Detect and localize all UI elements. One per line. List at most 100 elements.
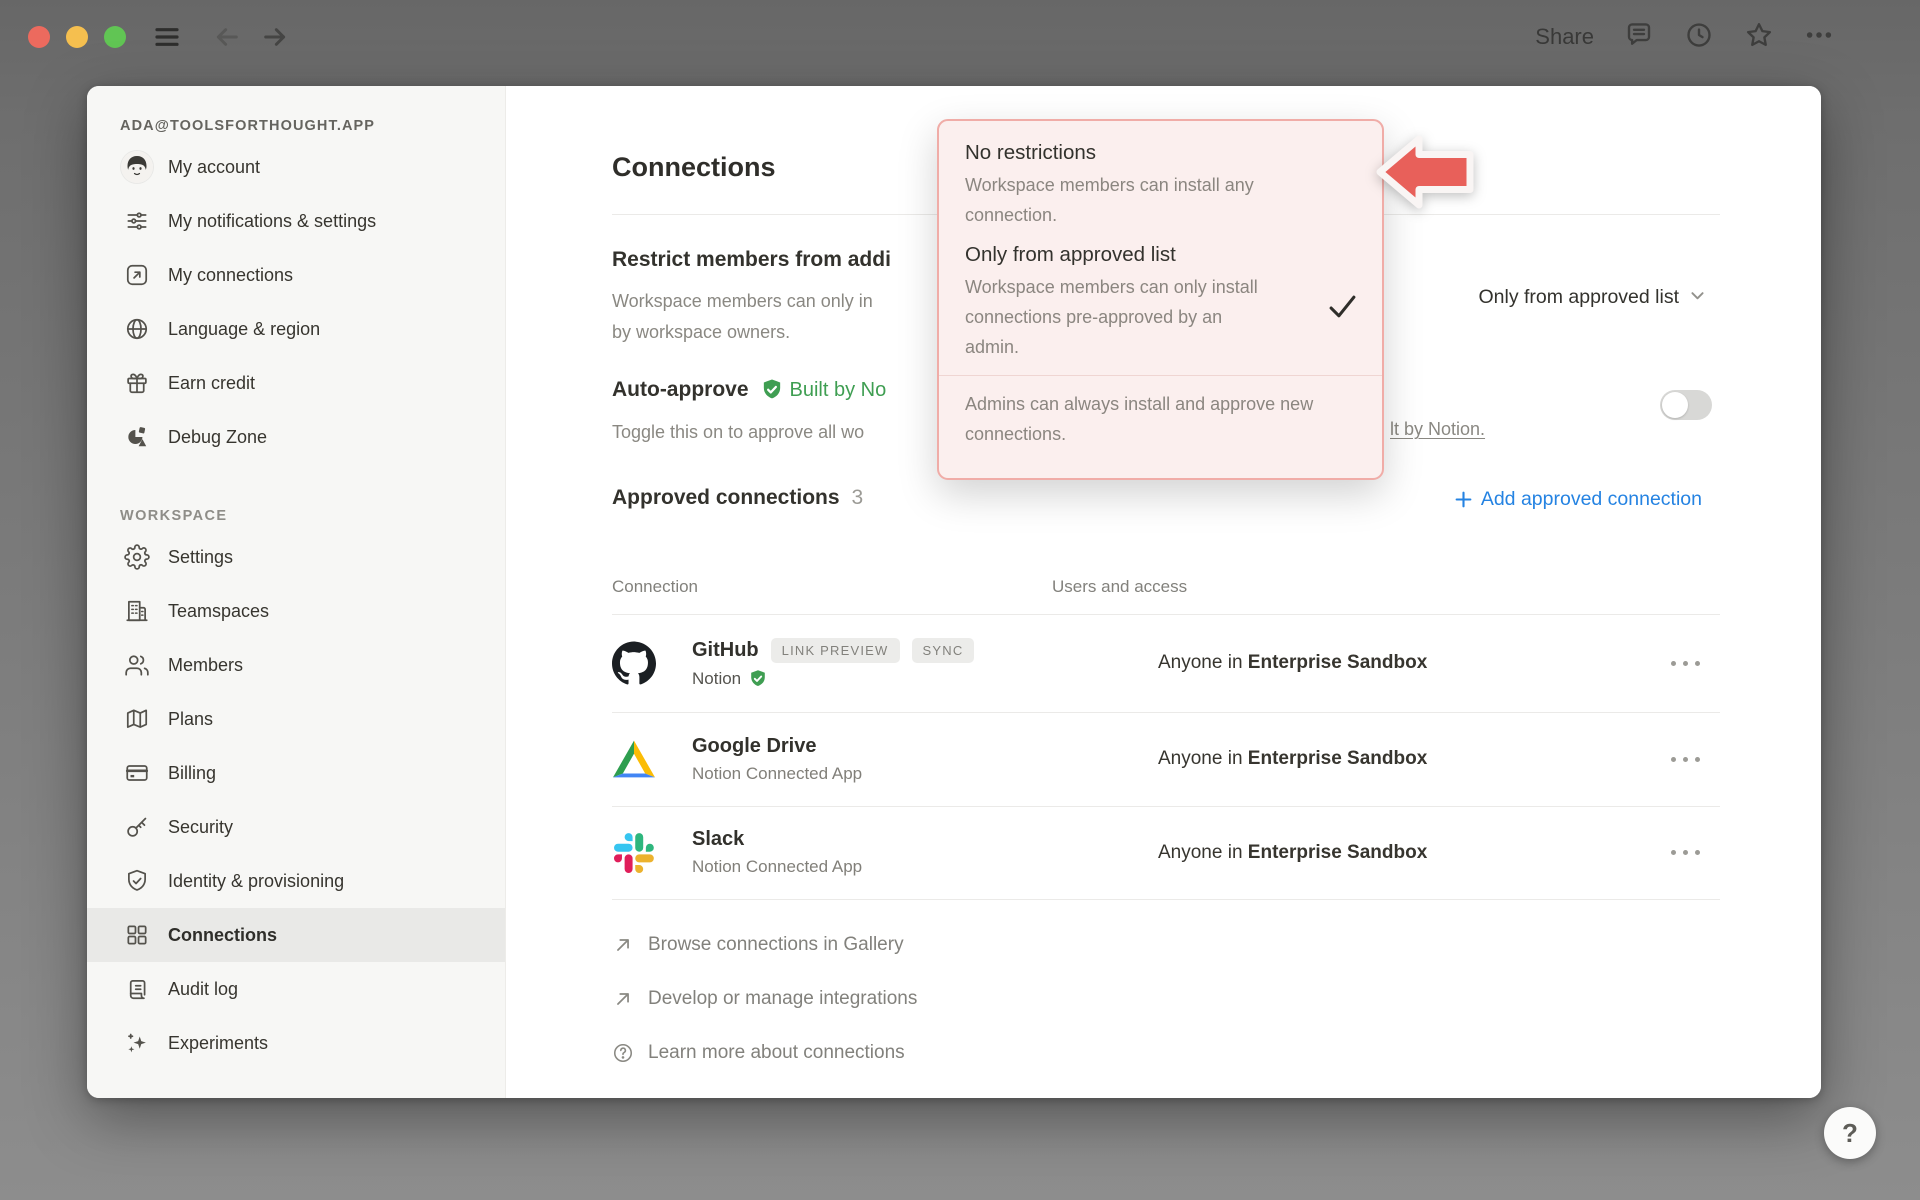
forward-arrow-icon[interactable] — [251, 13, 299, 61]
minimize-window-button[interactable] — [66, 26, 88, 48]
sync-badge: SYNC — [912, 638, 975, 663]
google-drive-logo-icon — [612, 737, 656, 781]
verified-shield-icon — [748, 669, 768, 689]
debug-shapes-icon — [120, 420, 154, 454]
divider — [612, 899, 1720, 900]
connection-name: Slack — [692, 828, 744, 851]
key-icon — [120, 810, 154, 844]
page-title: Connections — [612, 152, 776, 183]
red-annotation-arrow-icon — [1375, 130, 1475, 214]
sidebar-item-settings[interactable]: Settings — [87, 530, 505, 584]
history-clock-icon[interactable] — [1684, 20, 1714, 55]
connection-access: Anyone in Enterprise Sandbox — [1158, 842, 1427, 864]
row-menu-icon[interactable] — [1671, 850, 1700, 855]
connection-subtitle: Notion Connected App — [692, 857, 862, 877]
footer-links: Browse connections in Gallery Develop or… — [612, 918, 917, 1080]
scroll-icon — [120, 972, 154, 1006]
learn-more-link[interactable]: Learn more about connections — [612, 1026, 917, 1080]
restriction-dropdown-popup: No restrictions Workspace members can in… — [937, 119, 1384, 480]
settings-window: ADA@TOOLSFORTHOUGHT.APP My account My no… — [87, 86, 1821, 1098]
sidebar-item-notifications-settings[interactable]: My notifications & settings — [87, 194, 505, 248]
connection-subtitle: Notion — [692, 669, 741, 689]
row-menu-icon[interactable] — [1671, 757, 1700, 762]
sidebar-item-members[interactable]: Members — [87, 638, 505, 692]
connection-access: Anyone in Enterprise Sandbox — [1158, 748, 1427, 770]
table-row-github[interactable]: GitHub LINK PREVIEW SYNC Notion Anyone i… — [612, 614, 1720, 712]
people-icon — [120, 648, 154, 682]
sidebar-item-earn-credit[interactable]: Earn credit — [87, 356, 505, 410]
approved-connections-count: 3 — [852, 486, 864, 510]
develop-integrations-link[interactable]: Develop or manage integrations — [612, 972, 917, 1026]
more-options-icon[interactable] — [1804, 20, 1834, 55]
sidebar-item-teamspaces[interactable]: Teamspaces — [87, 584, 505, 638]
popup-option-only-approved[interactable]: Only from approved list Workspace member… — [965, 243, 1356, 362]
comments-icon[interactable] — [1624, 20, 1654, 55]
arrow-up-right-box-icon — [120, 258, 154, 292]
row-menu-icon[interactable] — [1671, 661, 1700, 666]
sidebar-item-security[interactable]: Security — [87, 800, 505, 854]
restriction-select-value: Only from approved list — [1479, 286, 1680, 309]
credit-card-icon — [120, 756, 154, 790]
connection-access: Anyone in Enterprise Sandbox — [1158, 652, 1427, 674]
back-arrow-icon[interactable] — [203, 13, 251, 61]
popup-note: Admins can always install and approve ne… — [965, 389, 1356, 449]
sidebar-item-my-account[interactable]: My account — [87, 140, 505, 194]
gear-icon — [120, 540, 154, 574]
restriction-select[interactable]: Only from approved list — [1479, 286, 1707, 309]
link-preview-badge: LINK PREVIEW — [771, 638, 900, 663]
sidebar-item-identity-provisioning[interactable]: Identity & provisioning — [87, 854, 505, 908]
approved-connections-heading: Approved connections — [612, 486, 840, 510]
github-logo-icon — [612, 641, 656, 685]
sidebar-item-experiments[interactable]: Experiments — [87, 1016, 505, 1070]
sidebar-item-debug-zone[interactable]: Debug Zone — [87, 410, 505, 464]
column-header-users-access: Users and access — [1052, 577, 1187, 597]
check-icon — [1327, 291, 1358, 327]
connection-name: GitHub — [692, 639, 759, 662]
verified-shield-icon — [760, 378, 784, 402]
popup-option-no-restrictions[interactable]: No restrictions Workspace members can in… — [965, 141, 1356, 230]
table-row-google-drive[interactable]: Google Drive Notion Connected App Anyone… — [612, 712, 1720, 806]
hamburger-menu-icon[interactable] — [143, 13, 191, 61]
grid-icon — [120, 918, 154, 952]
connections-settings-panel: Connections Restrict members from addi W… — [506, 86, 1821, 1098]
question-circle-icon — [612, 1042, 634, 1064]
workspace-section-label: WORKSPACE — [87, 502, 505, 530]
table-row-slack[interactable]: Slack Notion Connected App Anyone in Ent… — [612, 806, 1720, 899]
sidebar-item-language-region[interactable]: Language & region — [87, 302, 505, 356]
sidebar-item-plans[interactable]: Plans — [87, 692, 505, 746]
connection-subtitle: Notion Connected App — [692, 764, 862, 784]
shield-check-icon — [120, 864, 154, 898]
settings-sidebar: ADA@TOOLSFORTHOUGHT.APP My account My no… — [87, 86, 506, 1098]
popup-divider — [939, 375, 1382, 376]
column-header-connection: Connection — [612, 577, 698, 597]
sidebar-item-my-connections[interactable]: My connections — [87, 248, 505, 302]
zoom-window-button[interactable] — [104, 26, 126, 48]
sidebar-item-billing[interactable]: Billing — [87, 746, 505, 800]
titlebar: Share — [0, 0, 1920, 86]
share-button[interactable]: Share — [1535, 24, 1594, 50]
restrict-members-description: Workspace members can only in by workspa… — [612, 286, 873, 348]
favorite-star-icon[interactable] — [1744, 20, 1774, 55]
browse-gallery-link[interactable]: Browse connections in Gallery — [612, 918, 917, 972]
sidebar-item-audit-log[interactable]: Audit log — [87, 962, 505, 1016]
help-button[interactable]: ? — [1824, 1107, 1876, 1159]
arrow-up-right-icon — [612, 988, 634, 1010]
auto-approve-description: Toggle this on to approve all wo — [612, 417, 864, 448]
add-approved-connection-button[interactable]: Add approved connection — [1454, 488, 1702, 511]
auto-approve-heading-row: Auto-approve Built by No — [612, 378, 886, 402]
building-icon — [120, 594, 154, 628]
sliders-icon — [120, 204, 154, 238]
gift-icon — [120, 366, 154, 400]
avatar — [120, 150, 154, 184]
built-by-notion-link-fragment[interactable]: lt by Notion. — [1390, 419, 1485, 440]
arrow-up-right-icon — [612, 934, 634, 956]
approved-connections-heading-row: Approved connections 3 — [612, 486, 863, 510]
plus-icon — [1454, 490, 1473, 509]
globe-icon — [120, 312, 154, 346]
connection-name: Google Drive — [692, 735, 816, 758]
auto-approve-toggle[interactable] — [1660, 390, 1712, 420]
sidebar-item-connections[interactable]: Connections — [87, 908, 505, 962]
account-email: ADA@TOOLSFORTHOUGHT.APP — [87, 112, 505, 140]
desktop: Share ADA@TOOLSFORTHOUGHT.APP M — [0, 0, 1920, 1200]
close-window-button[interactable] — [28, 26, 50, 48]
